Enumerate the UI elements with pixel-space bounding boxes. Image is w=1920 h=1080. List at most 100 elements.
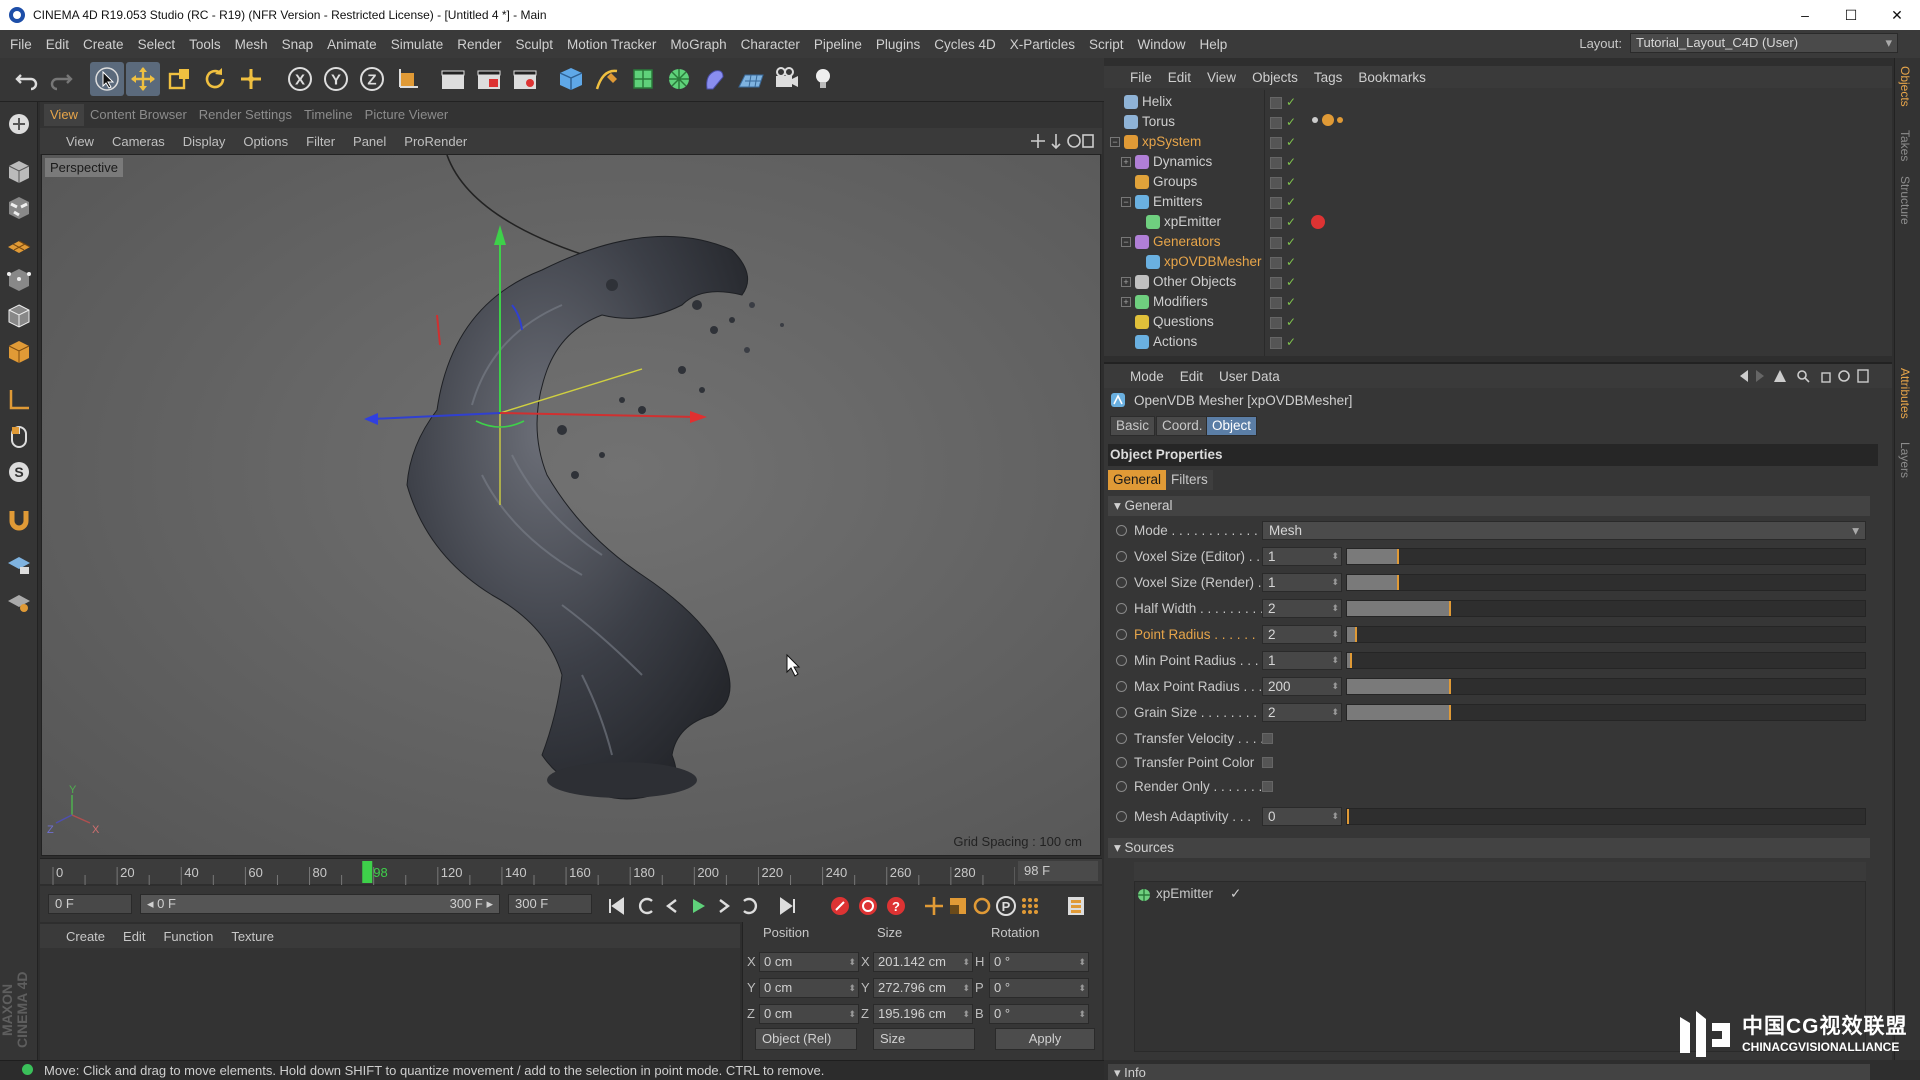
move-tool-button[interactable] (126, 62, 160, 96)
spline-pen-button[interactable] (590, 62, 624, 96)
menu-render[interactable]: Render (457, 37, 501, 52)
menu-mesh[interactable]: Mesh (235, 37, 268, 52)
go-to-end-button[interactable] (776, 894, 800, 918)
object-name[interactable]: Torus (1142, 112, 1175, 132)
menu-sculpt[interactable]: Sculpt (516, 37, 554, 52)
rotation-b-field[interactable]: 0 ° (989, 1004, 1089, 1024)
object-row[interactable]: Groups (1104, 172, 1892, 192)
workplane-lock-button[interactable] (3, 548, 35, 580)
transfer-point-color-checkbox[interactable] (1262, 757, 1273, 768)
tweak-mode-button[interactable] (3, 420, 35, 452)
render-view-button[interactable] (436, 62, 470, 96)
expand-toggle-icon[interactable]: + (1121, 157, 1131, 167)
size-x-field[interactable]: 201.142 cm (873, 952, 973, 972)
animate-dot-icon[interactable] (1116, 551, 1127, 562)
scale-tool-button[interactable] (162, 62, 196, 96)
mode-dropdown[interactable]: Mesh (1262, 521, 1866, 540)
source-item[interactable]: xpEmitter ✓ (1136, 884, 1436, 904)
snap-button[interactable]: S (3, 456, 35, 488)
menu-tools[interactable]: Tools (189, 37, 221, 52)
om-menu-tags[interactable]: Tags (1314, 70, 1343, 85)
position-y-field[interactable]: 0 cm (759, 978, 859, 998)
am-menu-edit[interactable]: Edit (1180, 369, 1203, 384)
param-slider[interactable] (1346, 652, 1866, 669)
render-only-checkbox[interactable] (1262, 781, 1273, 792)
expand-toggle-icon[interactable]: − (1121, 237, 1131, 247)
menu-xparticles[interactable]: X-Particles (1010, 37, 1075, 52)
menu-animate[interactable]: Animate (327, 37, 377, 52)
menu-pipeline[interactable]: Pipeline (814, 37, 862, 52)
param-value-field[interactable]: 2 (1262, 703, 1342, 722)
tab-content-browser[interactable]: Content Browser (84, 104, 193, 126)
animate-dot-icon[interactable] (1116, 525, 1127, 536)
object-name[interactable]: Modifiers (1153, 292, 1208, 312)
menu-mograph[interactable]: MoGraph (670, 37, 726, 52)
side-tab-structure[interactable]: Structure (1898, 176, 1912, 225)
size-y-field[interactable]: 272.796 cm (873, 978, 973, 998)
current-frame-field[interactable]: 98 F (1018, 861, 1098, 881)
visibility-flags-icon[interactable] (1270, 312, 1298, 332)
material-menu-texture[interactable]: Texture (231, 929, 274, 944)
object-name[interactable]: xpSystem (1142, 132, 1201, 152)
rotation-p-field[interactable]: 0 ° (989, 978, 1089, 998)
polygons-mode-button[interactable] (3, 336, 35, 368)
tab-coord[interactable]: Coord. (1156, 416, 1209, 436)
layout-select[interactable]: Tutorial_Layout_C4D (User) (1630, 33, 1898, 53)
frame-range-slider[interactable]: ◂ 0 F 300 F ▸ (140, 894, 500, 914)
object-row[interactable]: + Other Objects (1104, 272, 1892, 292)
om-menu-objects[interactable]: Objects (1252, 70, 1298, 85)
y-axis-lock-button[interactable]: Y (319, 62, 353, 96)
object-name[interactable]: xpEmitter (1164, 212, 1221, 232)
subtab-general[interactable]: General (1108, 470, 1167, 490)
menu-motion-tracker[interactable]: Motion Tracker (567, 37, 656, 52)
param-slider[interactable] (1346, 574, 1866, 591)
rotation-h-field[interactable]: 0 ° (989, 952, 1089, 972)
expand-toggle-icon[interactable]: − (1110, 137, 1120, 147)
object-row[interactable]: Actions (1104, 332, 1892, 352)
previous-frame-button[interactable] (660, 894, 684, 918)
timeline-ruler[interactable]: 0204060801201401601802002202402602803009… (40, 858, 1102, 885)
object-row[interactable]: xpEmitter (1104, 212, 1892, 232)
make-editable-button[interactable] (3, 108, 35, 140)
animate-dot-icon[interactable] (1116, 757, 1127, 768)
animate-dot-icon[interactable] (1116, 681, 1127, 692)
object-name[interactable]: Questions (1153, 312, 1214, 332)
size-mode-select[interactable]: Size (873, 1028, 975, 1050)
am-menu-user-data[interactable]: User Data (1219, 369, 1280, 384)
position-x-field[interactable]: 0 cm (759, 952, 859, 972)
am-menu-mode[interactable]: Mode (1130, 369, 1164, 384)
viewport-menu-cameras[interactable]: Cameras (112, 134, 165, 149)
menu-file[interactable]: File (10, 37, 32, 52)
menu-script[interactable]: Script (1089, 37, 1124, 52)
rotate-tool-button[interactable] (198, 62, 232, 96)
mesh-adaptivity-slider[interactable] (1346, 808, 1866, 825)
undo-button[interactable] (10, 62, 44, 96)
side-tab-attributes[interactable]: Attributes (1898, 368, 1912, 419)
object-name[interactable]: Other Objects (1153, 272, 1236, 292)
texture-mode-button[interactable] (3, 192, 35, 224)
tab-render-settings[interactable]: Render Settings (193, 104, 298, 126)
visibility-flags-icon[interactable] (1270, 152, 1298, 172)
side-tab-layers[interactable]: Layers (1898, 442, 1912, 478)
menu-simulate[interactable]: Simulate (391, 37, 444, 52)
subtab-filters[interactable]: Filters (1166, 470, 1213, 490)
source-enabled-check-icon[interactable]: ✓ (1230, 884, 1241, 904)
expand-toggle-icon[interactable]: + (1121, 277, 1131, 287)
animate-dot-icon[interactable] (1116, 603, 1127, 614)
param-slider[interactable] (1346, 704, 1866, 721)
go-to-start-button[interactable] (604, 894, 628, 918)
viewport-menu-options[interactable]: Options (243, 134, 288, 149)
point-level-animation-button[interactable] (1018, 894, 1042, 918)
animate-dot-icon[interactable] (1116, 577, 1127, 588)
rotation-key-button[interactable] (970, 894, 994, 918)
visibility-flags-icon[interactable] (1270, 92, 1298, 112)
torus-tags[interactable] (1308, 112, 1368, 128)
menu-snap[interactable]: Snap (282, 37, 314, 52)
visibility-flags-icon[interactable] (1270, 252, 1298, 272)
om-menu-bookmarks[interactable]: Bookmarks (1358, 70, 1426, 85)
size-z-field[interactable]: 195.196 cm (873, 1004, 973, 1024)
param-value-field[interactable]: 1 (1262, 651, 1342, 670)
scale-key-button[interactable] (946, 894, 970, 918)
start-frame-field[interactable]: 0 F (48, 894, 132, 914)
param-slider[interactable] (1346, 678, 1866, 695)
